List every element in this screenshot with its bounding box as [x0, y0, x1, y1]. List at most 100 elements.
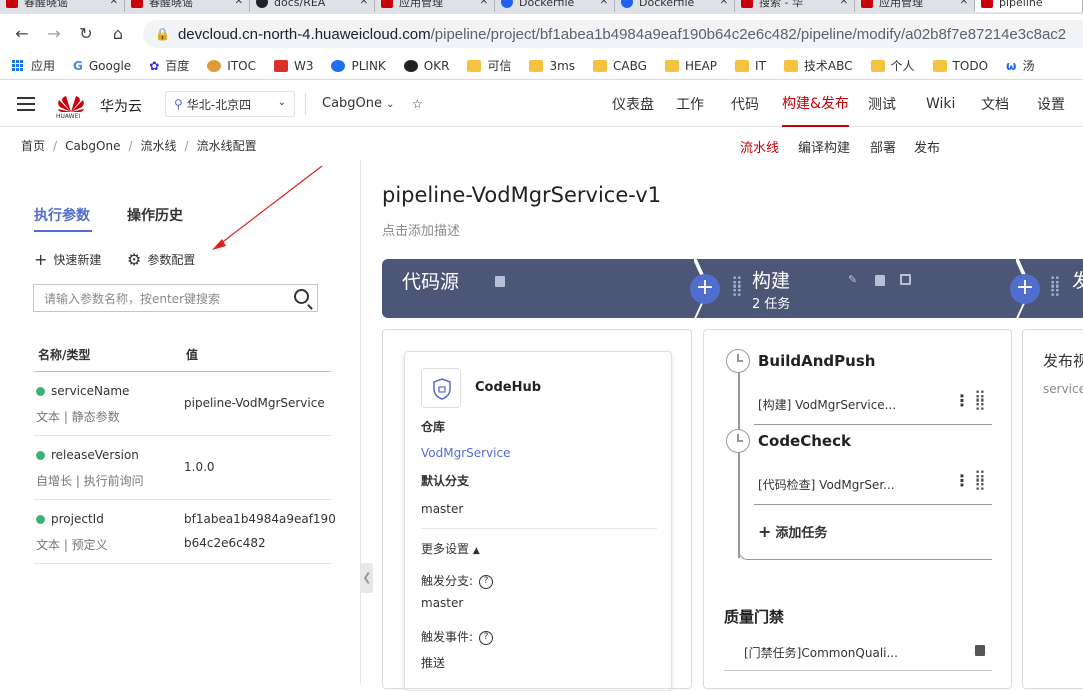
- tab-exec-params[interactable]: 执行参数: [34, 205, 90, 225]
- browser-tab-active[interactable]: pipeline: [975, 0, 1083, 12]
- codehub-source-card[interactable]: CodeHub 仓库 VodMgrService 默认分支 master 更多设…: [404, 351, 672, 691]
- brand-name[interactable]: 华为云: [100, 96, 142, 116]
- bookmark-folder[interactable]: IT: [735, 59, 766, 73]
- hamburger-menu-icon[interactable]: [17, 97, 35, 111]
- help-icon[interactable]: ?: [479, 574, 494, 589]
- copy-icon[interactable]: [900, 274, 911, 285]
- bookmark-folder[interactable]: 可信: [467, 57, 511, 74]
- bookmark-folder[interactable]: 3ms: [529, 59, 575, 73]
- subnav-release[interactable]: 发布: [914, 137, 940, 156]
- forward-icon[interactable]: →: [38, 24, 70, 43]
- bookmark-google[interactable]: G Google: [73, 59, 131, 73]
- drag-handle-icon[interactable]: ⠿ ⠿: [731, 276, 743, 300]
- param-config-button[interactable]: ⚙ 参数配置: [127, 250, 195, 269]
- release-job-title[interactable]: 发布视: [1043, 350, 1083, 371]
- breadcrumb-home[interactable]: 首页: [21, 139, 45, 153]
- drag-handle-icon[interactable]: ⠿ ⠿: [1049, 276, 1061, 300]
- drag-handle-icon[interactable]: ⠿ ⠿: [974, 470, 986, 494]
- bookmark-w3[interactable]: W3: [273, 59, 313, 73]
- menu-settings[interactable]: 设置: [1037, 81, 1065, 127]
- job-codecheck[interactable]: CodeCheck: [758, 432, 851, 450]
- close-icon[interactable]: ✕: [110, 0, 118, 7]
- browser-tab[interactable]: 春醒晓谣 ✕: [0, 0, 125, 12]
- star-icon[interactable]: ☆: [412, 97, 423, 111]
- menu-code[interactable]: 代码: [731, 81, 759, 127]
- bookmark-itoc[interactable]: ITOC: [207, 59, 256, 73]
- subnav-pipeline[interactable]: 流水线: [740, 137, 779, 156]
- caret-up-icon: ▲: [472, 546, 480, 556]
- branch-label: 默认分支: [421, 474, 470, 488]
- menu-build-release[interactable]: 构建&发布: [782, 81, 849, 127]
- edit-icon[interactable]: ✎: [848, 273, 857, 286]
- column-header-value: 值: [186, 348, 199, 362]
- menu-wiki[interactable]: Wiki: [926, 81, 955, 127]
- bookmark-plink[interactable]: PLINK: [331, 59, 386, 73]
- close-icon[interactable]: ✕: [480, 0, 488, 7]
- pipeline-title[interactable]: pipeline-VodMgrService-v1: [382, 183, 661, 207]
- menu-docs[interactable]: 文档: [981, 81, 1009, 127]
- repo-link[interactable]: VodMgrService: [421, 446, 511, 460]
- menu-test[interactable]: 测试: [868, 81, 896, 127]
- bookmark-folder[interactable]: 个人: [870, 57, 915, 74]
- close-icon[interactable]: ✕: [960, 0, 968, 7]
- source-name: CodeHub: [475, 380, 542, 395]
- close-icon[interactable]: ✕: [235, 0, 243, 7]
- browser-tab[interactable]: 应用管理 ✕: [375, 0, 495, 12]
- bookmark-okr[interactable]: OKR: [403, 59, 449, 73]
- breadcrumb-project[interactable]: CabgOne: [65, 139, 120, 153]
- bookmark-folder[interactable]: 技术ABC: [783, 57, 853, 74]
- browser-tab[interactable]: 春醒晓谣 ✕: [125, 0, 250, 12]
- subnav-deploy[interactable]: 部署: [870, 137, 896, 156]
- quality-gate-task[interactable]: [门禁任务]CommonQuali...: [744, 644, 898, 661]
- region-select[interactable]: ⚲ 华北-北京四 ⌄: [165, 91, 295, 117]
- quick-create-button[interactable]: + 快速新建: [34, 250, 101, 269]
- tab-operation-history[interactable]: 操作历史: [127, 205, 183, 225]
- job-buildandpush[interactable]: BuildAndPush: [758, 352, 875, 370]
- browser-tab[interactable]: Dockerfile ✕: [495, 0, 615, 12]
- bookmark-folder[interactable]: HEAP: [664, 59, 717, 73]
- add-description-link[interactable]: 点击添加描述: [382, 220, 460, 239]
- bookmark-baidu[interactable]: ✿ 百度: [149, 57, 189, 74]
- menu-work[interactable]: 工作: [676, 81, 704, 127]
- breadcrumb-pipeline[interactable]: 流水线: [141, 139, 177, 153]
- search-icon[interactable]: [294, 289, 309, 304]
- more-vertical-icon[interactable]: ⋮: [954, 391, 970, 410]
- task-label[interactable]: [代码检查] VodMgrSer...: [758, 476, 895, 493]
- trash-icon[interactable]: [975, 645, 985, 656]
- browser-tab[interactable]: 应用管理 ✕: [855, 0, 975, 12]
- add-stage-button[interactable]: +: [690, 274, 720, 304]
- browser-tab[interactable]: 搜索 - 华 ✕: [735, 0, 855, 12]
- trash-icon[interactable]: [495, 276, 505, 287]
- bookmark-apps[interactable]: 应用: [12, 57, 55, 74]
- more-vertical-icon[interactable]: ⋮: [954, 471, 970, 490]
- reload-icon[interactable]: ↻: [70, 24, 102, 43]
- collapse-panel-handle[interactable]: ❮: [361, 563, 373, 593]
- project-switcher[interactable]: CabgOne ⌄: [322, 96, 395, 111]
- bookmark-tang[interactable]: ω汤: [1006, 57, 1034, 74]
- browser-tab[interactable]: Dockerfile ✕: [615, 0, 735, 12]
- status-dot: [36, 514, 45, 524]
- clock-icon: [726, 349, 750, 373]
- close-icon[interactable]: ✕: [840, 0, 848, 7]
- help-icon[interactable]: ?: [479, 630, 494, 645]
- huawei-icon: [741, 0, 753, 8]
- task-label[interactable]: [构建] VodMgrService...: [758, 396, 896, 413]
- subnav-build[interactable]: 编译构建: [798, 137, 850, 156]
- bookmark-folder[interactable]: CABG: [593, 59, 647, 73]
- add-stage-button[interactable]: +: [1010, 274, 1040, 304]
- trash-icon[interactable]: [875, 275, 885, 286]
- param-search-input[interactable]: 请输入参数名称，按enter键搜索: [33, 284, 318, 312]
- add-task-button[interactable]: + 添加任务: [758, 522, 827, 541]
- bookmark-folder[interactable]: TODO: [932, 59, 988, 73]
- url-bar[interactable]: 🔒 devcloud.cn-north-4.huaweicloud.com/pi…: [143, 20, 1083, 48]
- close-icon[interactable]: ✕: [720, 0, 728, 7]
- param-type: 文本 | 静态参数: [36, 410, 120, 424]
- back-icon[interactable]: ←: [6, 24, 38, 43]
- browser-tab[interactable]: docs/REA ✕: [250, 0, 375, 12]
- close-icon[interactable]: ✕: [600, 0, 608, 7]
- more-settings-toggle[interactable]: 更多设置 ▲: [421, 540, 480, 557]
- home-icon[interactable]: ⌂: [102, 24, 134, 43]
- close-icon[interactable]: ✕: [360, 0, 368, 7]
- drag-handle-icon[interactable]: ⠿ ⠿: [974, 390, 986, 414]
- menu-dashboard[interactable]: 仪表盘: [612, 81, 654, 127]
